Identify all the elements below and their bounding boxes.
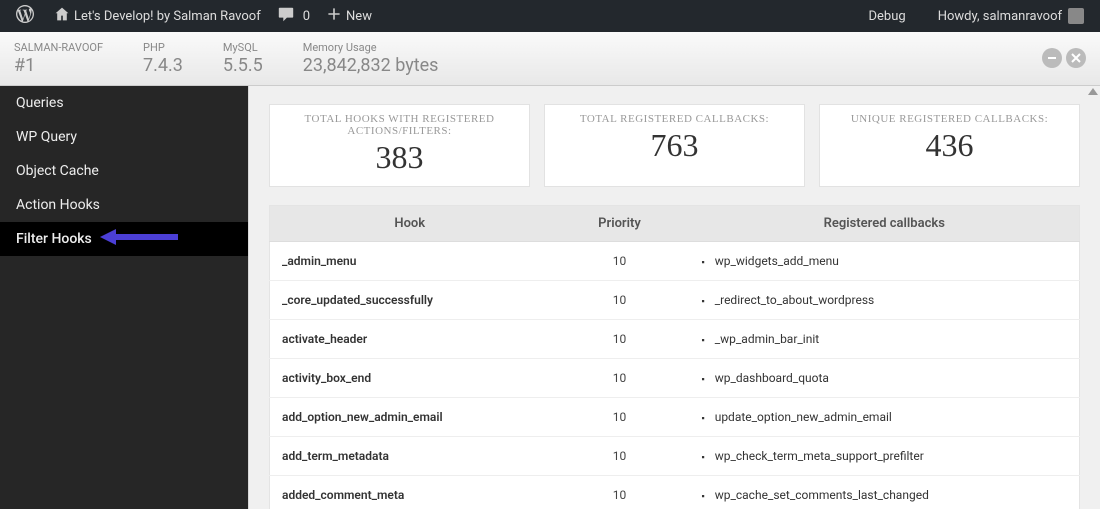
- hook-name-cell: add_term_metadata: [270, 437, 550, 476]
- comments-count: 0: [303, 9, 310, 24]
- my-account-menu[interactable]: Howdy, salmanravoof: [930, 0, 1092, 32]
- summary-row: TOTAL HOOKS WITH REGISTERED ACTIONS/FILT…: [269, 104, 1080, 187]
- table-row[interactable]: added_comment_meta10 wp_cache_set_comment…: [270, 476, 1080, 509]
- summary-title: TOTAL HOOKS WITH REGISTERED ACTIONS/FILT…: [276, 113, 523, 137]
- priority-cell: 10: [550, 359, 690, 398]
- callback-item: _redirect_to_about_wordpress: [702, 293, 875, 307]
- table-row[interactable]: add_term_metadata10 wp_check_term_meta_su…: [270, 437, 1080, 476]
- stat-value: 7.4.3: [143, 55, 183, 76]
- table-header-row: Hook Priority Registered callbacks: [270, 206, 1080, 242]
- callbacks-cell: wp_dashboard_quota: [690, 359, 1080, 398]
- sidebar-item-wp-query[interactable]: WP Query: [0, 120, 248, 154]
- debug-menu[interactable]: Debug: [860, 0, 913, 32]
- callbacks-cell: wp_cache_set_comments_last_changed: [690, 476, 1080, 509]
- sidebar-item-label: Filter Hooks: [16, 231, 92, 247]
- priority-cell: 10: [550, 398, 690, 437]
- summary-value: 763: [551, 127, 798, 164]
- summary-card-unique-callbacks: UNIQUE REGISTERED CALLBACKS: 436: [819, 104, 1080, 187]
- howdy-text: Howdy, salmanravoof: [938, 9, 1062, 24]
- callback-item: wp_dashboard_quota: [702, 371, 829, 385]
- hook-name-cell: _admin_menu: [270, 242, 550, 281]
- callbacks-cell: _wp_admin_bar_init: [690, 320, 1080, 359]
- debug-sidebar: Queries WP Query Object Cache Action Hoo…: [0, 86, 248, 509]
- stat-value: 5.5.5: [223, 55, 263, 76]
- stat-label: SALMAN-RAVOOF: [14, 41, 103, 54]
- plus-icon: [326, 6, 342, 27]
- table-row[interactable]: _core_updated_successfully10 _redirect_to…: [270, 281, 1080, 320]
- callback-item: update_option_new_admin_email: [702, 410, 892, 424]
- sidebar-item-label: Action Hooks: [16, 197, 100, 213]
- callbacks-cell: update_option_new_admin_email: [690, 398, 1080, 437]
- new-content-menu[interactable]: New: [318, 0, 380, 32]
- hook-name-cell: activity_box_end: [270, 359, 550, 398]
- sidebar-item-label: Queries: [16, 95, 64, 111]
- arrow-annotation-icon: [100, 227, 180, 251]
- stat-mysql: MySQL 5.5.5: [223, 41, 263, 76]
- table-row[interactable]: _admin_menu10 wp_widgets_add_menu: [270, 242, 1080, 281]
- callback-item: wp_cache_set_comments_last_changed: [702, 488, 929, 502]
- th-priority[interactable]: Priority: [550, 206, 690, 242]
- callbacks-cell: wp_check_term_meta_support_prefilter: [690, 437, 1080, 476]
- summary-value: 383: [276, 139, 523, 176]
- site-name-menu[interactable]: Let's Develop! by Salman Ravoof: [46, 0, 269, 32]
- debug-content: TOTAL HOOKS WITH REGISTERED ACTIONS/FILT…: [248, 86, 1100, 509]
- hook-name-cell: activate_header: [270, 320, 550, 359]
- summary-value: 436: [826, 127, 1073, 164]
- callbacks-cell: _redirect_to_about_wordpress: [690, 281, 1080, 320]
- comment-icon: [277, 5, 295, 28]
- stat-memory: Memory Usage 23,842,832 bytes: [303, 41, 439, 76]
- summary-card-total-hooks: TOTAL HOOKS WITH REGISTERED ACTIONS/FILT…: [269, 104, 530, 187]
- summary-card-total-callbacks: TOTAL REGISTERED CALLBACKS: 763: [544, 104, 805, 187]
- stat-value: 23,842,832 bytes: [303, 55, 439, 76]
- hooks-table: Hook Priority Registered callbacks _admi…: [269, 205, 1080, 509]
- callback-item: wp_check_term_meta_support_prefilter: [702, 449, 924, 463]
- wp-admin-bar: Let's Develop! by Salman Ravoof 0 New De…: [0, 0, 1100, 32]
- wp-logo-menu[interactable]: [8, 0, 46, 32]
- wordpress-icon: [16, 5, 34, 28]
- hook-name-cell: added_comment_meta: [270, 476, 550, 509]
- sidebar-item-label: Object Cache: [16, 163, 99, 179]
- home-icon: [54, 6, 70, 27]
- stat-label: PHP: [143, 41, 183, 54]
- stat-value: #1: [14, 55, 103, 76]
- debug-label: Debug: [868, 9, 905, 24]
- sidebar-item-label: WP Query: [16, 129, 77, 145]
- minimize-button[interactable]: [1042, 48, 1062, 68]
- priority-cell: 10: [550, 437, 690, 476]
- close-button[interactable]: [1066, 48, 1086, 68]
- sidebar-item-action-hooks[interactable]: Action Hooks: [0, 188, 248, 222]
- th-callbacks[interactable]: Registered callbacks: [690, 206, 1080, 242]
- table-row[interactable]: activity_box_end10 wp_dashboard_quota: [270, 359, 1080, 398]
- debug-header: SALMAN-RAVOOF #1 PHP 7.4.3 MySQL 5.5.5 M…: [0, 32, 1100, 86]
- priority-cell: 10: [550, 320, 690, 359]
- sidebar-item-object-cache[interactable]: Object Cache: [0, 154, 248, 188]
- avatar: [1068, 8, 1084, 24]
- priority-cell: 10: [550, 281, 690, 320]
- callbacks-cell: wp_widgets_add_menu: [690, 242, 1080, 281]
- callback-item: _wp_admin_bar_init: [702, 332, 820, 346]
- new-label: New: [346, 9, 372, 24]
- sidebar-item-queries[interactable]: Queries: [0, 86, 248, 120]
- comments-menu[interactable]: 0: [269, 0, 318, 32]
- th-hook[interactable]: Hook: [270, 206, 550, 242]
- sidebar-item-filter-hooks[interactable]: Filter Hooks: [0, 222, 248, 256]
- stat-php: PHP 7.4.3: [143, 41, 183, 76]
- hook-name-cell: _core_updated_successfully: [270, 281, 550, 320]
- summary-title: TOTAL REGISTERED CALLBACKS:: [551, 113, 798, 125]
- priority-cell: 10: [550, 242, 690, 281]
- table-row[interactable]: activate_header10 _wp_admin_bar_init: [270, 320, 1080, 359]
- summary-title: UNIQUE REGISTERED CALLBACKS:: [826, 113, 1073, 125]
- stat-site: SALMAN-RAVOOF #1: [14, 41, 103, 76]
- hook-name-cell: add_option_new_admin_email: [270, 398, 550, 437]
- stat-label: Memory Usage: [303, 41, 439, 54]
- stat-label: MySQL: [223, 41, 263, 54]
- callback-item: wp_widgets_add_menu: [702, 254, 839, 268]
- site-title: Let's Develop! by Salman Ravoof: [74, 9, 261, 24]
- priority-cell: 10: [550, 476, 690, 509]
- table-row[interactable]: add_option_new_admin_email10 update_optio…: [270, 398, 1080, 437]
